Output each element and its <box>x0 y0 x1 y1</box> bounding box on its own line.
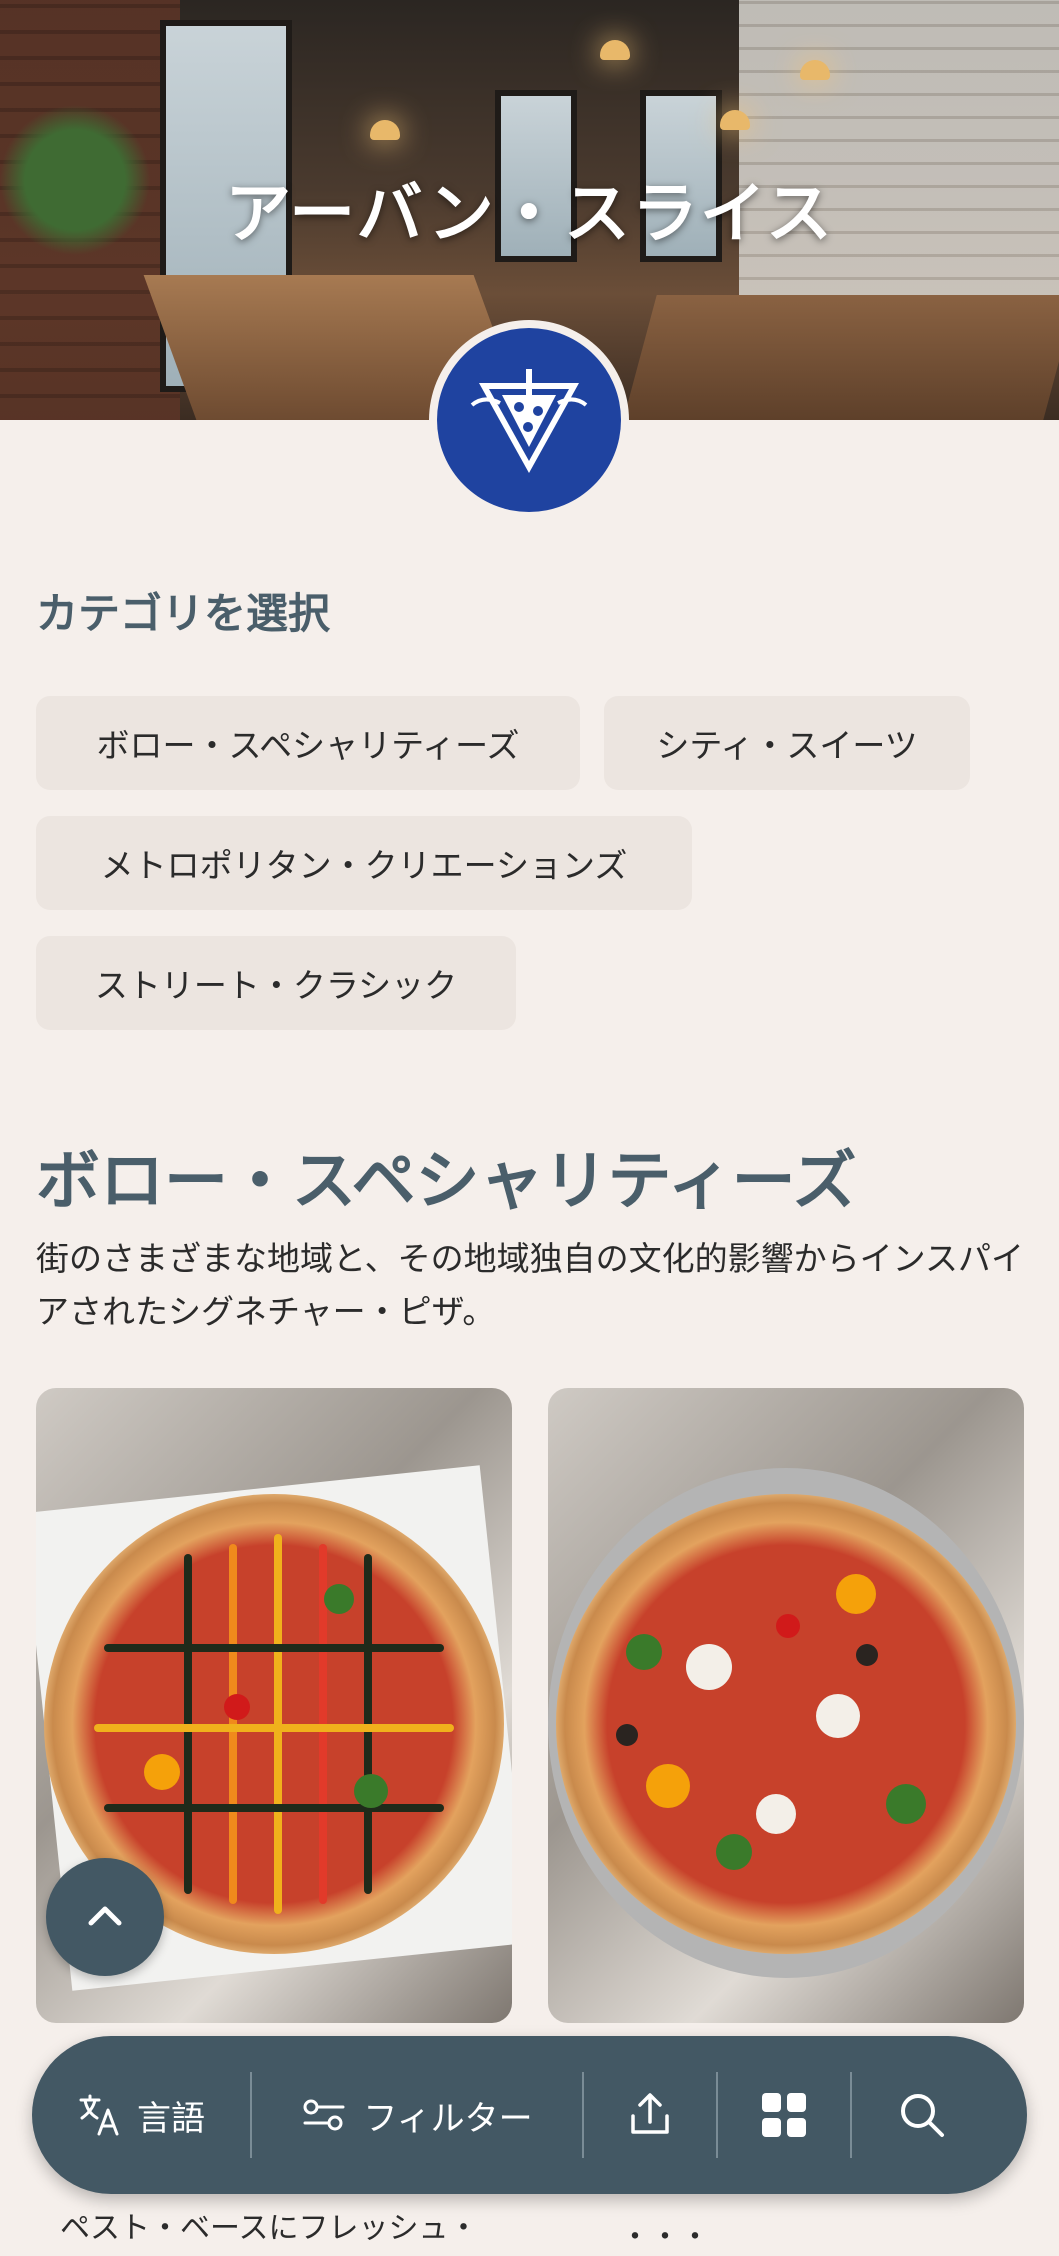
grid-icon <box>762 2093 806 2137</box>
pizza-image <box>556 1494 1016 1954</box>
search-button[interactable] <box>852 2036 992 2194</box>
grid-view-button[interactable] <box>718 2036 850 2194</box>
pendant-lamp <box>600 40 630 60</box>
search-icon <box>901 2094 944 2137</box>
card-description-peek: ・・・ <box>620 2220 710 2255</box>
translate-icon <box>79 2094 119 2136</box>
restaurant-title: アーバン・スライス <box>225 175 834 252</box>
back-to-top-button[interactable] <box>46 1858 164 1976</box>
share-icon <box>631 2093 669 2134</box>
card-description-peek: ペスト・ベースにフレッシュ・ <box>60 2211 479 2246</box>
category-chip-city-sweets[interactable]: シティ・スイーツ <box>604 696 970 790</box>
filter-button[interactable]: フィルター <box>252 2036 582 2194</box>
filter-icon <box>303 2099 345 2131</box>
pizza-slice-logo-icon <box>470 369 588 473</box>
category-heading: カテゴリを選択 <box>36 589 331 638</box>
restaurant-logo <box>437 328 621 512</box>
chevron-up-icon <box>88 1906 122 1926</box>
bottom-toolbar: 言語 フィルター <box>32 2036 1027 2194</box>
language-label: 言語 <box>137 2098 205 2139</box>
section-description: 街のさまざまな地域と、その地域独自の文化的影響からインスパイアされたシグネチャー… <box>36 1239 1025 1331</box>
pizza-card[interactable] <box>548 1388 1024 2023</box>
pendant-lamp <box>370 120 400 140</box>
category-chip-street-classic[interactable]: ストリート・クラシック <box>36 936 516 1030</box>
bar-counter <box>623 295 1059 420</box>
category-chip-borough[interactable]: ボロー・スペシャリティーズ <box>36 696 580 790</box>
filter-label: フィルター <box>363 2098 533 2139</box>
share-button[interactable] <box>584 2036 716 2194</box>
category-chip-metropolitan[interactable]: メトロポリタン・クリエーションズ <box>36 816 692 910</box>
section-title: ボロー・スペシャリティーズ <box>36 1145 857 1219</box>
language-button[interactable]: 言語 <box>32 2036 250 2194</box>
